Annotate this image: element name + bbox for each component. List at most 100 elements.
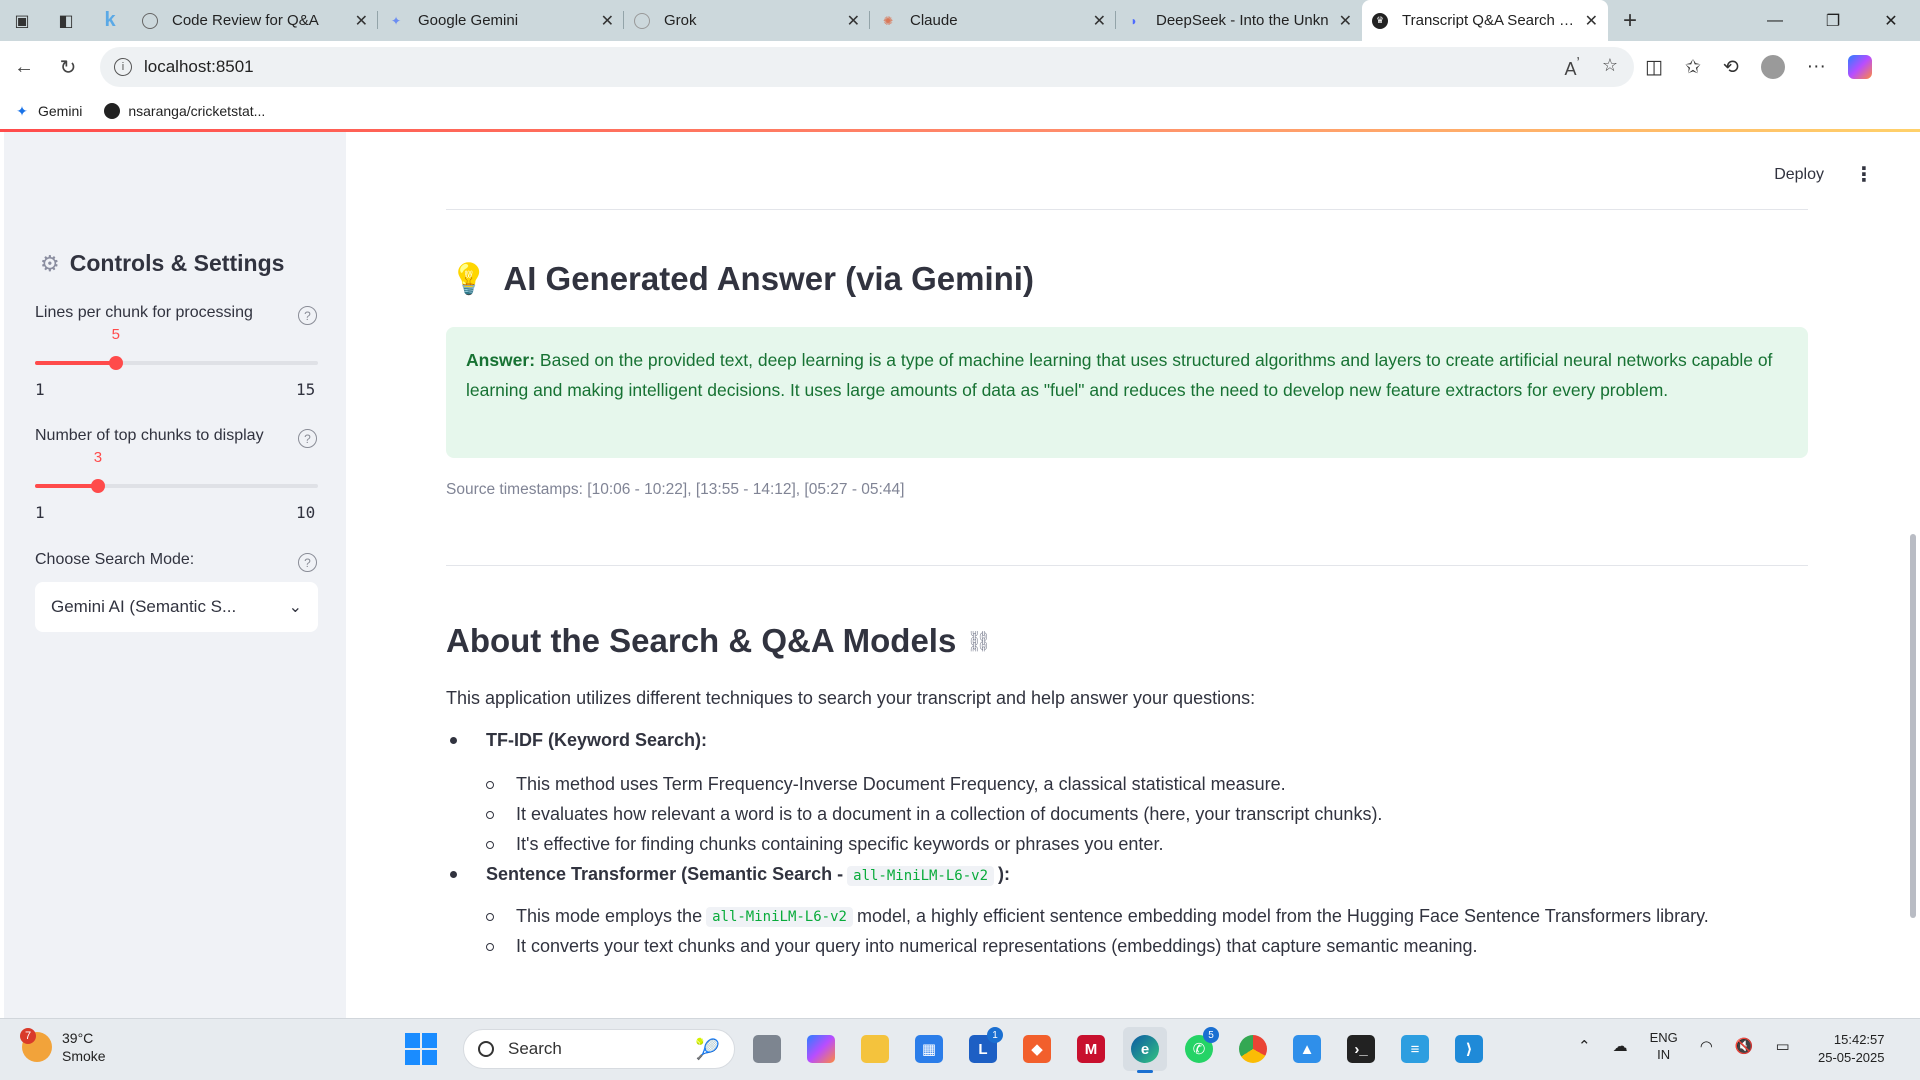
close-tab-icon[interactable]: ✕ — [1585, 11, 1598, 31]
chevron-up-icon[interactable]: ⌃ — [1578, 1037, 1591, 1055]
store-icon[interactable]: ▦ — [907, 1027, 951, 1071]
tab-code-review[interactable]: Code Review for Q&A ✕ — [132, 0, 378, 41]
list-item-title: Sentence Transformer (Semantic Search -a… — [486, 864, 1010, 886]
taskbar-search[interactable]: Search 🎾 — [463, 1029, 735, 1069]
tab-actions-icon[interactable]: ◧ — [44, 0, 88, 41]
chrome-icon[interactable] — [1231, 1027, 1275, 1071]
answer-heading: 💡 AI Generated Answer (via Gemini) — [450, 260, 1034, 298]
onedrive-icon[interactable]: ☁ — [1613, 1037, 1628, 1055]
weather-widget[interactable]: 7 39°C Smoke — [20, 1028, 106, 1065]
top-chunks-slider[interactable]: 3 — [35, 449, 318, 495]
close-tab-icon[interactable]: ✕ — [355, 11, 368, 31]
slider-min: 1 — [35, 380, 45, 399]
model-code: all-MiniLM-L6-v2 — [706, 906, 853, 927]
list-item-text: This mode employs the — [516, 906, 703, 926]
list-item: It converts your text chunks and your qu… — [486, 936, 1478, 957]
sidebar-title: Controls & Settings — [69, 250, 285, 276]
terminal-icon[interactable]: ›_ — [1339, 1027, 1383, 1071]
help-icon[interactable]: ? — [298, 306, 317, 325]
lines-per-chunk-slider[interactable]: 5 — [35, 326, 318, 372]
minimize-icon[interactable]: — — [1746, 0, 1804, 41]
tab-title: Grok — [664, 12, 697, 29]
tab-transcript-qa[interactable]: ♛ Transcript Q&A Search En ✕ — [1362, 0, 1608, 41]
new-tab-icon[interactable]: + — [1608, 0, 1652, 41]
grok-icon — [634, 12, 650, 29]
site-info-icon[interactable]: i — [114, 58, 132, 76]
close-window-icon[interactable]: ✕ — [1862, 0, 1920, 41]
search-mode-select[interactable]: Gemini AI (Semantic S... ⌄ — [35, 582, 318, 632]
tab-claude[interactable]: ✺ Claude ✕ — [870, 0, 1116, 41]
list-item-tfidf: TF-IDF (Keyword Search): — [450, 730, 707, 751]
task-view-icon[interactable] — [745, 1027, 789, 1071]
split-screen-icon[interactable]: ◫ — [1645, 56, 1663, 79]
main-menu-icon[interactable]: ⋮ — [1854, 162, 1874, 187]
weather-condition: Smoke — [62, 1048, 106, 1064]
mcafee-icon[interactable]: M — [1069, 1027, 1113, 1071]
url-text[interactable]: localhost:8501 — [144, 57, 254, 77]
start-windows-icon[interactable] — [405, 1033, 437, 1065]
address-toolbar: ← ↻ i localhost:8501 Aʼ ☆ ◫ ✩ ⟲ ··· — [0, 41, 1920, 93]
close-tab-icon[interactable]: ✕ — [1093, 11, 1106, 31]
list-item: This method uses Term Frequency-Inverse … — [486, 774, 1286, 795]
k-app-icon[interactable]: k — [88, 0, 132, 41]
deploy-button[interactable]: Deploy — [1774, 166, 1824, 184]
copilot-app-icon[interactable] — [799, 1027, 843, 1071]
favorite-star-icon[interactable]: ☆ — [1602, 55, 1618, 80]
brave-icon[interactable]: ◆ — [1015, 1027, 1059, 1071]
taskbar: 7 39°C Smoke Search 🎾 ▦ L1 ◆ M e ✆ 5 ▲ ›_… — [0, 1018, 1920, 1080]
tab-grok[interactable]: Grok ✕ — [624, 0, 870, 41]
edge-icon[interactable]: e — [1123, 1027, 1167, 1073]
more-options-icon[interactable]: ··· — [1807, 56, 1826, 78]
sidebar-header: ⚙ Controls & Settings — [40, 250, 284, 277]
restore-icon[interactable]: ❐ — [1804, 0, 1862, 41]
profile-avatar[interactable] — [1760, 55, 1785, 79]
copilot-icon[interactable] — [1847, 55, 1872, 79]
chevron-down-icon[interactable]: ⌄ — [289, 597, 302, 617]
vscode-icon[interactable]: ⟩ — [1447, 1027, 1491, 1071]
reload-icon[interactable]: ↻ — [46, 49, 90, 85]
photos-icon[interactable]: ▲ — [1285, 1027, 1329, 1071]
workspaces-icon[interactable]: ▣ — [0, 0, 44, 41]
system-tray: ⌃ ☁ ENG IN ◠ 🔇 ▭ — [1578, 1029, 1790, 1063]
volume-muted-icon[interactable]: 🔇 — [1735, 1037, 1754, 1055]
link-anchor-icon[interactable]: ⛓ — [966, 629, 991, 654]
tab-google-gemini[interactable]: ✦ Google Gemini ✕ — [378, 0, 624, 41]
slider-fill — [35, 361, 116, 365]
slider-fill — [35, 484, 98, 488]
address-bar[interactable]: i localhost:8501 Aʼ ☆ — [100, 47, 1634, 87]
close-tab-icon[interactable]: ✕ — [601, 11, 614, 31]
slider-thumb[interactable] — [90, 479, 105, 493]
slider-thumb[interactable] — [108, 356, 123, 370]
about-heading: About the Search & Q&A Models ⛓ — [446, 622, 992, 660]
history-icon[interactable]: ⟲ — [1723, 56, 1739, 79]
wifi-icon[interactable]: ◠ — [1700, 1037, 1713, 1055]
read-aloud-icon[interactable]: Aʼ — [1565, 55, 1580, 80]
bullet-icon — [450, 871, 457, 878]
st-title-post: ): — [998, 864, 1010, 884]
temperature: 39°C — [62, 1030, 94, 1046]
help-icon[interactable]: ? — [298, 429, 317, 448]
close-tab-icon[interactable]: ✕ — [1339, 11, 1352, 31]
whatsapp-icon[interactable]: ✆ 5 — [1177, 1027, 1221, 1071]
language-indicator[interactable]: ENG IN — [1650, 1029, 1678, 1063]
slider-value: 3 — [93, 449, 103, 466]
back-icon[interactable]: ← — [2, 49, 46, 85]
battery-icon[interactable]: ▭ — [1776, 1037, 1790, 1055]
list-item-text: It evaluates how relevant a word is to a… — [516, 804, 1383, 824]
search-mode-value: Gemini AI (Semantic S... — [51, 597, 237, 616]
list-item: This mode employs the all-MiniLM-L6-v2 mod… — [486, 906, 1709, 927]
list-item-sentence-transformer: Sentence Transformer (Semantic Search -a… — [450, 864, 1010, 886]
notepad-icon[interactable]: ≡ — [1393, 1027, 1437, 1071]
bookmark-gemini[interactable]: ✦ Gemini — [14, 103, 82, 120]
close-tab-icon[interactable]: ✕ — [847, 11, 860, 31]
notification-badge: 1 — [987, 1027, 1003, 1043]
bookmark-github[interactable]: nsaranga/cricketstat... — [104, 103, 265, 119]
clock[interactable]: 15:42:57 25-05-2025 — [1818, 1031, 1885, 1067]
tab-deepseek[interactable]: ◗ DeepSeek - Into the Unkn ✕ — [1116, 0, 1362, 41]
l-app-icon[interactable]: L1 — [961, 1027, 1005, 1071]
file-explorer-icon[interactable] — [853, 1027, 897, 1071]
help-icon[interactable]: ? — [298, 553, 317, 572]
favorites-icon[interactable]: ✩ — [1685, 56, 1701, 79]
scrollbar[interactable] — [1910, 534, 1916, 918]
slider-max: 15 — [296, 380, 316, 399]
